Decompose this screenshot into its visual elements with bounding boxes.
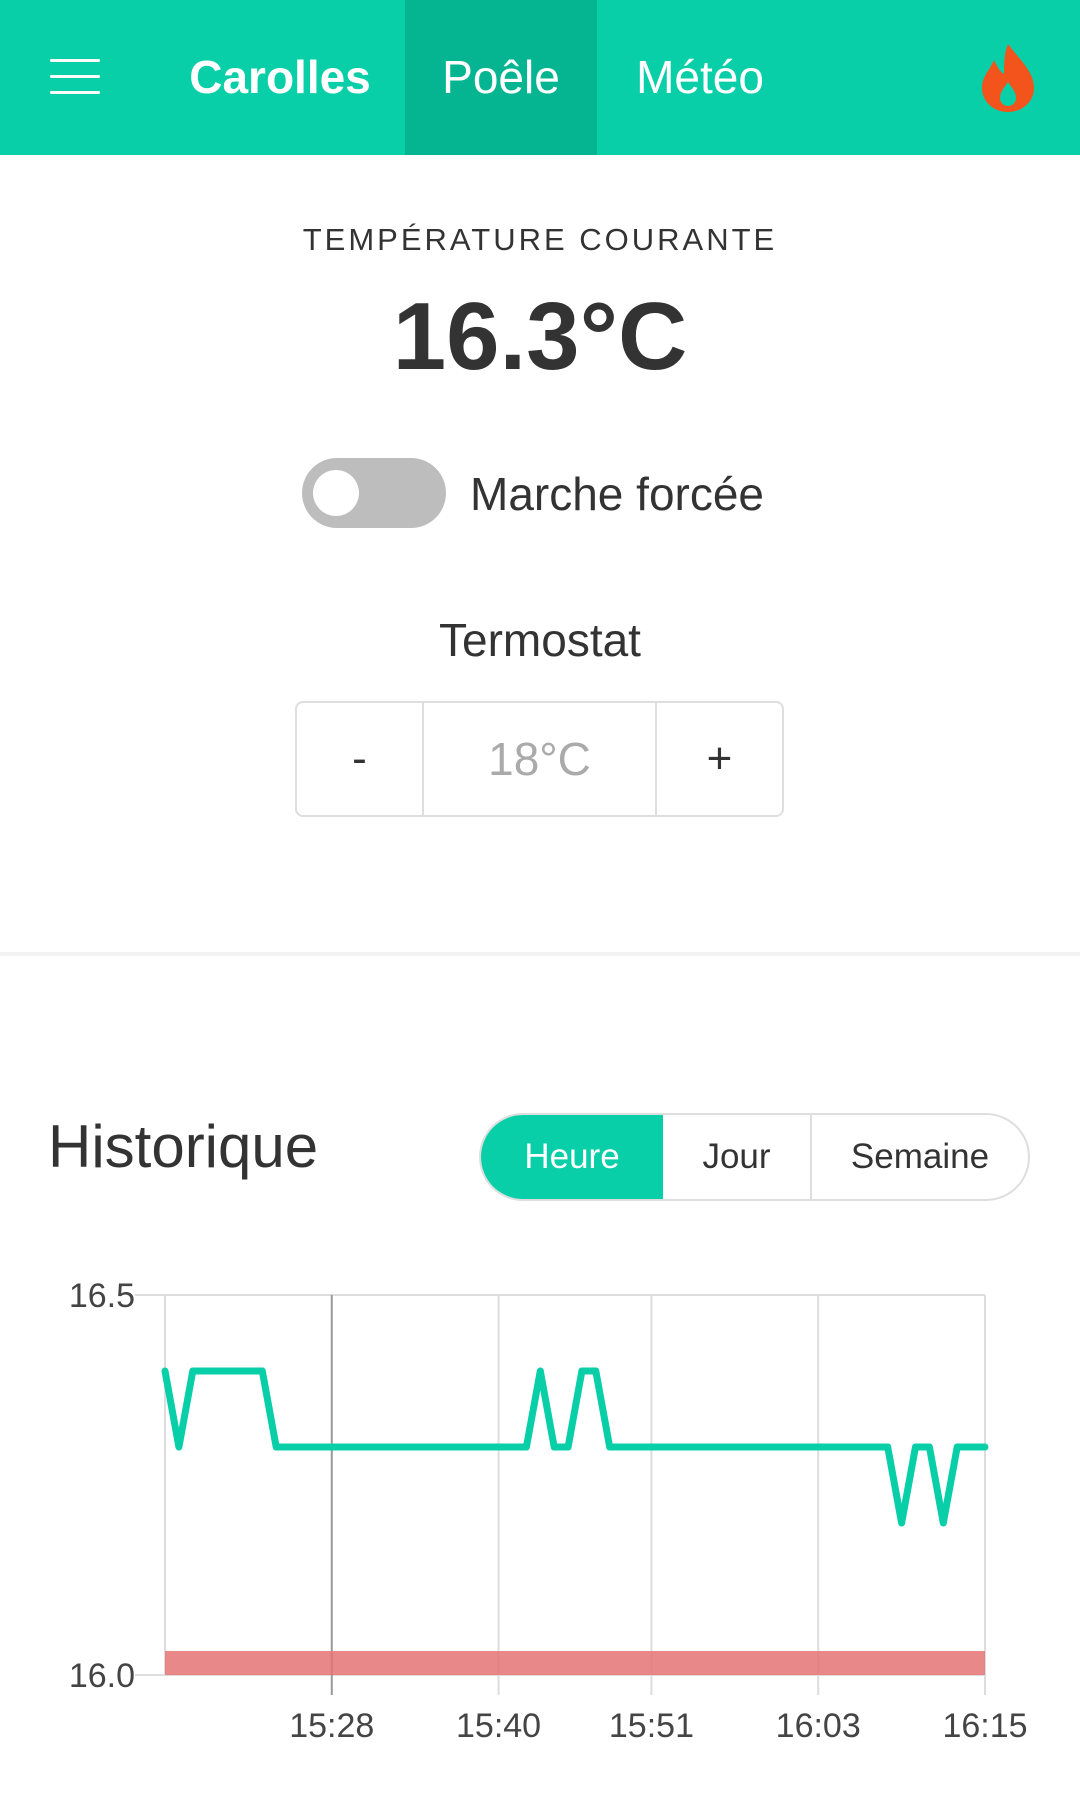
history-title: Historique [48, 1113, 319, 1180]
range-day-button[interactable]: Jour [663, 1115, 812, 1199]
x-tick-label: 16:03 [776, 1707, 861, 1745]
tab-carolles[interactable]: Carolles [170, 0, 390, 155]
range-hour-button[interactable]: Heure [481, 1115, 663, 1199]
thermostat-stepper: - 18°C + [295, 701, 784, 817]
x-tick-label: 16:15 [942, 1707, 1027, 1745]
x-tick-label: 15:51 [609, 1707, 694, 1745]
toggle-knob [313, 470, 359, 516]
increase-button[interactable]: + [657, 703, 782, 815]
temperature-series-line [161, 1367, 989, 1527]
x-tick-label: 15:40 [456, 1707, 541, 1745]
decrease-button[interactable]: - [297, 703, 422, 815]
forced-mode-label: Marche forcée [470, 468, 765, 520]
tab-poele[interactable]: Poêle [405, 0, 597, 155]
y-tick-label: 16.5 [69, 1277, 135, 1315]
range-week-button[interactable]: Semaine [812, 1115, 1028, 1199]
history-chart: 16.5 16.0 15:28 15:40 15:51 16:03 16:15 [69, 1277, 1028, 1745]
current-temp-value: 16.3°C [392, 283, 688, 390]
flame-icon [982, 44, 1034, 112]
thermostat-value: 18°C [422, 703, 657, 815]
app-header: Carolles Poêle Météo [0, 0, 1080, 155]
current-temp-label: TEMPÉRATURE COURANTE [302, 222, 778, 257]
history-range-selector: Heure Jour Semaine [479, 1113, 1030, 1201]
hamburger-icon[interactable] [50, 55, 104, 99]
setpoint-band [165, 1651, 985, 1675]
forced-mode-toggle[interactable] [302, 458, 446, 528]
y-tick-label: 16.0 [69, 1657, 135, 1695]
section-divider [0, 952, 1080, 956]
thermostat-label: Termostat [439, 614, 641, 666]
tab-meteo[interactable]: Météo [615, 0, 785, 155]
x-tick-label: 15:28 [289, 1707, 374, 1745]
